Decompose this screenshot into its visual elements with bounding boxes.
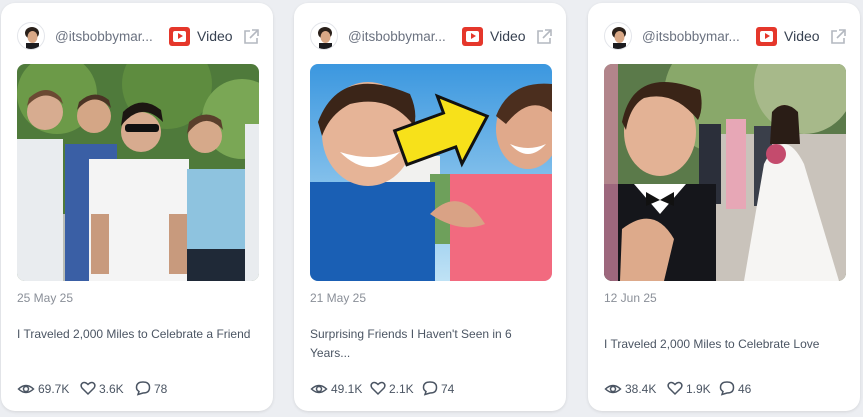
views-count: 38.4K [625, 382, 657, 396]
avatar[interactable] [17, 22, 45, 50]
external-link-icon[interactable] [241, 27, 261, 47]
likes-count: 2.1K [389, 382, 414, 396]
likes-count: 3.6K [99, 382, 124, 396]
post-title[interactable]: Surprising Friends I Haven't Seen in 6 Y… [310, 325, 550, 363]
video-thumbnail[interactable] [310, 64, 552, 281]
card-header: @itsbobbymar... Video [17, 22, 259, 52]
card-header: @itsbobbymar... Video [310, 22, 552, 52]
post-date: 21 May 25 [310, 291, 367, 305]
views-count: 49.1K [331, 382, 363, 396]
heart-icon [667, 381, 683, 396]
card-header: @itsbobbymar... Video [604, 22, 846, 52]
youtube-icon [756, 27, 777, 46]
comments-count: 78 [154, 382, 168, 396]
comment-icon [135, 381, 151, 396]
comments-count: 46 [738, 382, 752, 396]
views-count: 69.7K [38, 382, 70, 396]
post-title[interactable]: I Traveled 2,000 Miles to Celebrate Love [604, 335, 844, 354]
eye-icon [310, 384, 328, 394]
post-card[interactable]: @itsbobbymar... Video [588, 3, 860, 411]
post-title[interactable]: I Traveled 2,000 Miles to Celebrate a Fr… [17, 325, 257, 344]
heart-icon [80, 381, 96, 396]
eye-icon [604, 384, 622, 394]
comment-icon [719, 381, 735, 396]
platform-label: Video [197, 28, 233, 44]
video-thumbnail[interactable] [17, 64, 259, 281]
account-handle[interactable]: @itsbobbymar... [348, 29, 456, 44]
post-card[interactable]: @itsbobbymar... Video [294, 3, 566, 411]
account-handle[interactable]: @itsbobbymar... [55, 29, 163, 44]
comment-icon [422, 381, 438, 396]
post-date: 12 Jun 25 [604, 291, 657, 305]
eye-icon [17, 384, 35, 394]
heart-icon [370, 381, 386, 396]
avatar[interactable] [604, 22, 632, 50]
post-card[interactable]: @itsbobbymar... Video [1, 3, 273, 411]
youtube-icon [169, 27, 190, 46]
external-link-icon[interactable] [534, 27, 554, 47]
youtube-icon [462, 27, 483, 46]
external-link-icon[interactable] [828, 27, 848, 47]
video-thumbnail[interactable] [604, 64, 846, 281]
likes-count: 1.9K [686, 382, 711, 396]
comments-count: 74 [441, 382, 455, 396]
platform-label: Video [490, 28, 526, 44]
post-date: 25 May 25 [17, 291, 74, 305]
avatar[interactable] [310, 22, 338, 50]
platform-label: Video [784, 28, 820, 44]
account-handle[interactable]: @itsbobbymar... [642, 29, 750, 44]
